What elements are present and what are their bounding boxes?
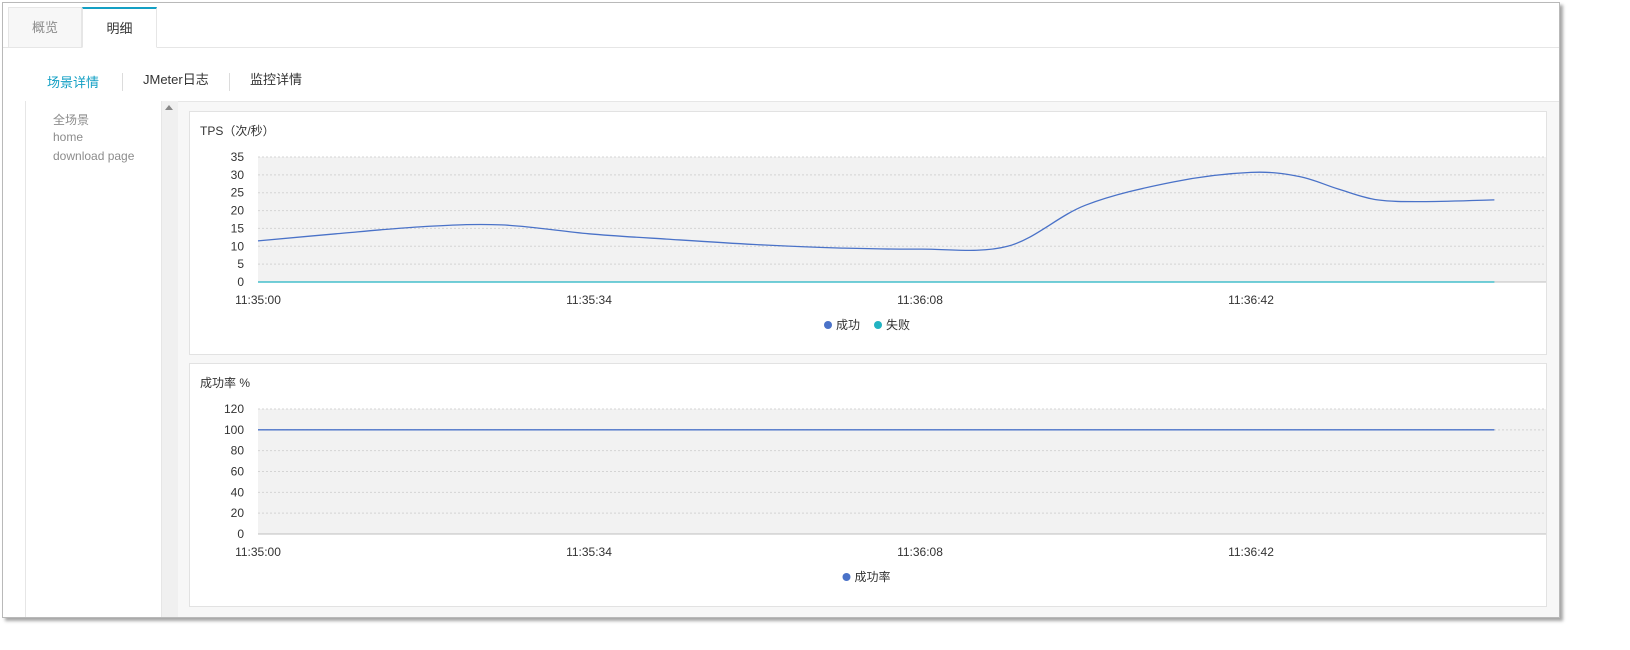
y-tick-label: 40 — [231, 485, 245, 499]
tps-chart: 35 30 25 20 15 10 5 0 11:35:00 11:35:34 11:36:08 11… — [231, 150, 1546, 332]
scene-item-all[interactable]: 全场景 — [53, 111, 89, 128]
scene-list: 全场景 home download page — [25, 101, 161, 617]
legend-marker-1 — [824, 321, 832, 329]
scroll-up-arrow-icon[interactable] — [165, 105, 173, 110]
y-tick-label: 20 — [231, 506, 245, 520]
scene-item-download-page[interactable]: download page — [53, 149, 134, 163]
y-tick-label: 10 — [231, 239, 245, 253]
y-tick-label: 30 — [231, 168, 245, 182]
x-tick-label: 11:36:08 — [897, 545, 943, 559]
subtab-scene-detail[interactable]: 场景详情 — [47, 68, 99, 98]
x-tick-label: 11:36:08 — [897, 293, 943, 307]
x-tick-label: 11:35:00 — [235, 293, 281, 307]
y-tick-label: 15 — [231, 221, 245, 235]
y-tick-label: 5 — [237, 257, 244, 271]
success-rate-chart: 120 100 80 60 40 20 0 11:35:00 11:35:34 11:36:08 1… — [224, 402, 1546, 584]
y-tick-label: 25 — [231, 186, 245, 200]
subtab-monitor-detail[interactable]: 监控详情 — [250, 65, 302, 95]
top-tab-bar: 概览 明细 — [3, 3, 1559, 48]
tps-chart-card: TPS（次/秒） 35 30 25 20 15 10 5 0 11:35:00 11:35:34 1… — [189, 111, 1547, 355]
tab-overview[interactable]: 概览 — [8, 7, 82, 47]
y-tick-label: 80 — [231, 444, 245, 458]
legend-label-2: 失败 — [886, 317, 910, 332]
y-tick-label: 120 — [224, 402, 244, 416]
scene-item-home[interactable]: home — [53, 130, 83, 144]
x-tick-label: 11:36:42 — [1228, 293, 1274, 307]
y-tick-label: 100 — [224, 423, 244, 437]
y-tick-label: 0 — [237, 275, 244, 289]
app-frame: 概览 明细 场景详情 JMeter日志 监控详情 全场景 home downlo… — [2, 2, 1560, 618]
legend-marker-2 — [874, 321, 882, 329]
y-tick-label: 0 — [237, 527, 244, 541]
y-tick-label: 20 — [231, 204, 245, 218]
tab-detail[interactable]: 明细 — [82, 7, 157, 48]
success-rate-chart-card: 成功率 % 120 100 80 60 40 20 0 11:35:00 11:35:34 11:… — [189, 363, 1547, 607]
legend-label-1: 成功 — [836, 318, 860, 332]
x-tick-label: 11:35:34 — [566, 545, 612, 559]
legend-marker-1 — [842, 573, 851, 581]
y-tick-label: 60 — [231, 465, 245, 479]
x-tick-label: 11:35:00 — [235, 545, 281, 559]
x-tick-label: 11:36:42 — [1228, 545, 1274, 559]
subtab-divider — [122, 73, 123, 91]
scene-list-scrollbar[interactable] — [161, 101, 178, 617]
subtab-divider — [229, 73, 230, 91]
plot-background — [258, 157, 1546, 282]
subtab-jmeter-log[interactable]: JMeter日志 — [143, 65, 209, 95]
y-tick-label: 35 — [231, 150, 245, 164]
x-tick-label: 11:35:34 — [566, 293, 612, 307]
legend-label-1: 成功率 — [855, 569, 891, 584]
